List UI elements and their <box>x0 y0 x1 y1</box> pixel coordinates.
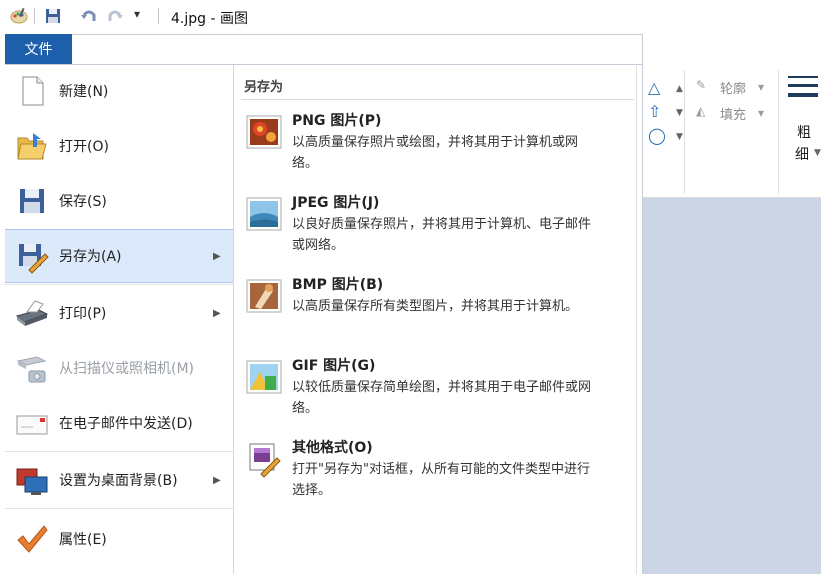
open-folder-icon <box>17 133 47 160</box>
outline-dropdown-icon[interactable]: ▾ <box>758 80 764 94</box>
submenu-arrow-icon: ▶ <box>213 250 221 262</box>
menu-item-scan[interactable]: 从扫描仪或照相机(M) <box>5 341 233 395</box>
menu-item-desktop-background[interactable]: 设置为桌面背景(B) ▶ <box>5 453 233 507</box>
file-tab[interactable]: 文件 <box>5 34 72 64</box>
menu-item-label: 打印(P) <box>59 306 107 322</box>
save-as-other-description: 打开"另存为"对话框，从所有可能的文件类型中进行选择。 <box>292 462 590 498</box>
submenu-arrow-icon: ▶ <box>213 307 221 319</box>
menu-item-print[interactable]: 打印(P) ▶ <box>5 286 233 340</box>
submenu-right-edge <box>636 66 637 574</box>
save-as-bmp[interactable]: BMP 图片(B) 以高质量保存所有类型图片，并将其用于计算机。 <box>241 274 634 354</box>
bmp-image-icon <box>246 279 282 313</box>
menu-item-open[interactable]: 打开(O) <box>5 119 233 173</box>
redo-icon[interactable] <box>106 7 124 25</box>
desktop-background-icon <box>16 468 48 495</box>
menu-item-label: 属性(E) <box>59 532 107 548</box>
title-separator-2 <box>158 8 159 24</box>
thickness-label-1[interactable]: 粗 <box>797 122 811 142</box>
save-as-gif-description: 以较低质量保存简单绘图，并将其用于电子邮件或网络。 <box>292 380 592 416</box>
email-envelope-icon <box>16 415 48 435</box>
printer-icon <box>15 300 49 326</box>
menu-separator <box>5 284 233 285</box>
save-as-icon <box>19 244 49 274</box>
save-as-header-divider <box>241 99 634 100</box>
menu-item-label: 保存(S) <box>59 194 107 210</box>
menu-item-label: 设置为桌面背景(B) <box>59 473 178 489</box>
fill-button[interactable]: 填充 <box>720 104 746 123</box>
save-as-other-formats[interactable]: 其他格式(O) 打开"另存为"对话框，从所有可能的文件类型中进行选择。 <box>241 437 634 517</box>
shapes-more-icon[interactable]: ▼ <box>676 132 683 142</box>
menu-item-label: 另存为(A) <box>59 249 122 265</box>
shapes-scroll-down-icon[interactable]: ▼ <box>676 108 683 118</box>
fill-dropdown-icon[interactable]: ▾ <box>758 106 764 120</box>
title-separator <box>34 8 35 24</box>
menu-separator <box>5 508 233 509</box>
shapes-scroll-up-icon[interactable]: ▲ <box>676 84 683 94</box>
line-thickness-icon[interactable] <box>788 76 818 103</box>
menu-item-new[interactable]: 新建(N) <box>5 64 233 118</box>
save-floppy-icon <box>20 189 44 213</box>
fill-bucket-icon[interactable]: ◭ <box>696 104 705 118</box>
file-tab-strip <box>5 34 643 64</box>
gif-image-icon <box>246 360 282 394</box>
ribbon-separator <box>684 70 685 194</box>
arrow-up-shape-icon[interactable]: ⇧ <box>648 102 661 121</box>
save-as-header: 另存为 <box>244 80 284 95</box>
menu-column-divider <box>233 65 234 574</box>
jpeg-image-icon <box>246 197 282 231</box>
menu-item-label: 在电子邮件中发送(D) <box>59 416 193 432</box>
scanner-camera-icon <box>16 356 47 383</box>
outline-icon[interactable]: ✎ <box>696 78 706 92</box>
menu-separator <box>5 451 233 452</box>
save-as-png[interactable]: PNG 图片(P) 以高质量保存照片或绘图，并将其用于计算机或网络。 <box>241 110 634 190</box>
save-as-jpeg-description: 以良好质量保存照片，并将其用于计算机、电子邮件或网络。 <box>292 217 592 253</box>
menu-item-label: 从扫描仪或照相机(M) <box>59 361 195 377</box>
submenu-arrow-icon: ▶ <box>213 474 221 486</box>
save-icon[interactable] <box>44 7 62 25</box>
save-as-other-title: 其他格式(O) <box>292 440 373 456</box>
undo-icon[interactable] <box>80 7 98 25</box>
canvas-background <box>643 198 821 574</box>
title-bar: ▾ 4.jpg - 画图 <box>0 0 821 34</box>
ribbon-separator-2 <box>778 70 779 194</box>
speech-bubble-shape-icon[interactable]: ◯ <box>648 126 666 145</box>
thickness-dropdown-icon[interactable]: ▼ <box>814 148 821 158</box>
window-title: 4.jpg - 画图 <box>171 11 248 27</box>
save-as-bmp-title: BMP 图片(B) <box>292 277 384 293</box>
checkmark-icon <box>17 525 48 553</box>
save-as-png-description: 以高质量保存照片或绘图，并将其用于计算机或网络。 <box>292 135 579 171</box>
menu-item-label: 新建(N) <box>59 84 109 100</box>
png-image-icon <box>246 115 282 149</box>
save-as-jpeg[interactable]: JPEG 图片(J) 以良好质量保存照片，并将其用于计算机、电子邮件或网络。 <box>241 192 634 272</box>
outline-button[interactable]: 轮廓 <box>720 78 746 97</box>
menu-item-email[interactable]: 在电子邮件中发送(D) <box>5 396 233 450</box>
new-document-icon <box>22 76 44 106</box>
triangle-shape-icon[interactable]: △ <box>648 78 660 97</box>
menu-item-properties[interactable]: 属性(E) <box>5 512 233 566</box>
menu-item-save[interactable]: 保存(S) <box>5 174 233 228</box>
save-as-bmp-description: 以高质量保存所有类型图片，并将其用于计算机。 <box>292 299 579 314</box>
thickness-label-2[interactable]: 细 <box>795 144 809 164</box>
menu-item-save-as[interactable]: 另存为(A) ▶ <box>5 229 233 283</box>
paint-app-icon[interactable] <box>10 7 28 25</box>
menu-item-label: 打开(O) <box>59 139 109 155</box>
customize-quick-access-icon[interactable]: ▾ <box>134 7 140 21</box>
save-as-jpeg-title: JPEG 图片(J) <box>292 195 380 211</box>
save-as-gif[interactable]: GIF 图片(G) 以较低质量保存简单绘图，并将其用于电子邮件或网络。 <box>241 355 634 435</box>
save-as-png-title: PNG 图片(P) <box>292 113 382 129</box>
save-as-gif-title: GIF 图片(G) <box>292 358 376 374</box>
other-formats-icon <box>249 443 281 478</box>
